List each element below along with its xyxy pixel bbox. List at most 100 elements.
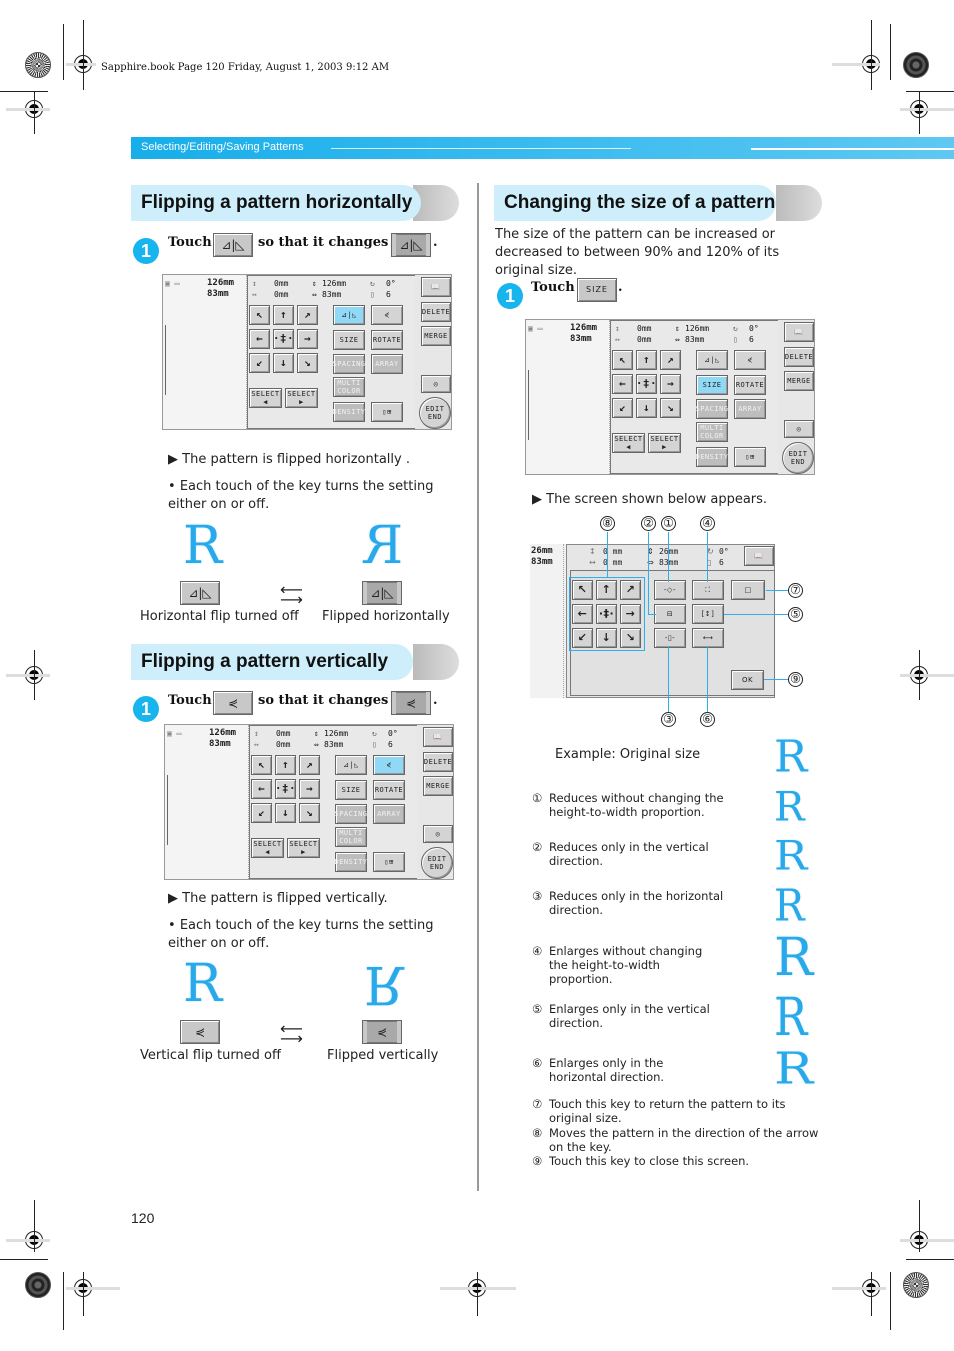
mirror-vertical-button[interactable]: ⋞	[371, 305, 403, 325]
mirror-horizontal-key[interactable]: ⊿|◺	[213, 233, 253, 257]
select-next-button[interactable]: SELECT ▶	[285, 388, 318, 408]
move-up-right-button[interactable]: ↗	[297, 305, 318, 325]
merge-button[interactable]: MERGE	[423, 776, 453, 796]
frame-button[interactable]: ◎	[784, 420, 814, 438]
help-button[interactable]: 📖	[423, 727, 453, 747]
merge-button[interactable]: MERGE	[784, 371, 814, 391]
thread-layout-button[interactable]: ▯⊞	[373, 852, 405, 872]
edit-end-button[interactable]: EDIT END	[782, 442, 814, 474]
rotate-button[interactable]: ROTATE	[734, 375, 766, 395]
select-next-button[interactable]: SELECT ▶	[648, 433, 681, 453]
preview-icons: ▣ ▭	[167, 729, 182, 738]
select-next-button[interactable]: SELECT ▶	[287, 838, 320, 858]
mirror-horizontal-icon: ⊿|◺	[221, 238, 245, 252]
chapter-band: Selecting/Editing/Saving Patterns	[131, 137, 954, 159]
rotate-button[interactable]: ROTATE	[371, 330, 403, 350]
mirror-vertical-key[interactable]: ⋞	[213, 691, 253, 715]
select-prev-button[interactable]: SELECT ◀	[251, 838, 284, 858]
original-size-button[interactable]: □	[731, 580, 765, 600]
move-right-button[interactable]: →	[660, 374, 681, 394]
move-up-left-button[interactable]: ↖	[249, 305, 270, 325]
move-down-button[interactable]: ↓	[275, 803, 296, 823]
delete-button[interactable]: DELETE	[423, 752, 453, 772]
move-left-button[interactable]: ←	[612, 374, 633, 394]
enlarge-proportional-button[interactable]: ⛶	[692, 580, 724, 600]
rotate-button[interactable]: ROTATE	[373, 780, 405, 800]
help-button[interactable]: 📖	[784, 322, 814, 342]
move-center-button[interactable]: ·‡·	[273, 329, 294, 349]
move-down-right-button[interactable]: ↘	[299, 803, 320, 823]
mirror-vertical-button[interactable]: ⋞	[373, 755, 405, 775]
move-down-left-button[interactable]: ↙	[251, 803, 272, 823]
size-button[interactable]: SIZE	[335, 780, 367, 800]
move-left-button[interactable]: ←	[249, 329, 270, 349]
select-prev-button[interactable]: SELECT ◀	[249, 388, 282, 408]
enlarge-horizontal-button[interactable]: ⟷	[692, 628, 724, 648]
frame-button[interactable]: ◎	[421, 375, 451, 393]
multi-color-button[interactable]: MULTI COLOR	[333, 377, 365, 397]
mirror-horizontal-button[interactable]: ⊿|◺	[335, 755, 367, 775]
move-down-right-button[interactable]: ↘	[297, 353, 318, 373]
edit-end-button[interactable]: EDIT END	[419, 397, 451, 429]
move-up-left-button[interactable]: ↖	[251, 755, 272, 775]
move-right-button[interactable]: →	[299, 779, 320, 799]
ok-button[interactable]: OK	[731, 670, 764, 690]
move-up-right-button[interactable]: ↗	[299, 755, 320, 775]
size-key[interactable]: SIZE	[577, 278, 617, 302]
lcd-edit-screen: ▣ ▭ 126mm 83mm ↕ 0mm ↔ 0mm ⇕ 126mm ⇔ 83m…	[162, 274, 452, 430]
density-button[interactable]: DENSITY	[696, 447, 728, 467]
move-down-left-button[interactable]: ↙	[612, 398, 633, 418]
reduce-vertical-button[interactable]: ⊟	[654, 604, 686, 624]
move-center-button[interactable]: ·‡·	[275, 779, 296, 799]
crop-mark	[906, 91, 954, 92]
spacing-button[interactable]: SPACING	[696, 399, 728, 419]
size-button[interactable]: SIZE	[696, 375, 728, 395]
move-down-right-button[interactable]: ↘	[660, 398, 681, 418]
density-button[interactable]: DENSITY	[333, 402, 365, 422]
enlarge-vertical-button[interactable]: [↕]	[692, 604, 724, 624]
move-down-button[interactable]: ↓	[636, 398, 657, 418]
array-button[interactable]: ARRAY	[734, 399, 766, 419]
reduce-horizontal-button[interactable]: -▯-	[654, 628, 686, 648]
crop-mark	[0, 91, 48, 92]
move-left-button[interactable]: ←	[251, 779, 272, 799]
mirror-vertical-button[interactable]: ⋞	[734, 350, 766, 370]
move-up-button[interactable]: ↑	[275, 755, 296, 775]
mirror-horizontal-key-on: ⊿|◺	[362, 581, 402, 605]
mirror-horizontal-button[interactable]: ⊿|◺	[696, 350, 728, 370]
select-prev-button[interactable]: SELECT ◀	[612, 433, 645, 453]
size-width-icon: ⇔	[312, 290, 317, 299]
array-button[interactable]: ARRAY	[373, 804, 405, 824]
multi-color-button[interactable]: MULTI COLOR	[696, 422, 728, 442]
move-down-button[interactable]: ↓	[273, 353, 294, 373]
delete-button[interactable]: DELETE	[784, 347, 814, 367]
spacing-button[interactable]: SPACING	[333, 354, 365, 374]
edit-end-button[interactable]: EDIT END	[421, 847, 453, 879]
help-button[interactable]: 📖	[421, 277, 451, 297]
spacing-button[interactable]: SPACING	[335, 804, 367, 824]
delete-button[interactable]: DELETE	[421, 302, 451, 322]
callout-5: ⑤	[788, 607, 803, 622]
reduce-proportional-button[interactable]: -◇-	[654, 580, 686, 600]
print-rosette-icon	[25, 1272, 51, 1298]
section-header-flip-horizontal: Flipping a pattern horizontally	[131, 185, 459, 221]
section-title: Flipping a pattern horizontally	[141, 192, 413, 213]
help-button[interactable]: 📖	[744, 546, 774, 566]
move-up-button[interactable]: ↑	[636, 350, 657, 370]
move-up-button[interactable]: ↑	[273, 305, 294, 325]
thread-layout-button[interactable]: ▯⊞	[371, 402, 403, 422]
density-button[interactable]: DENSITY	[335, 852, 367, 872]
move-up-left-button[interactable]: ↖	[612, 350, 633, 370]
move-up-right-button[interactable]: ↗	[660, 350, 681, 370]
mirror-horizontal-button[interactable]: ⊿|◺	[333, 305, 365, 325]
move-center-button[interactable]: ·‡·	[636, 374, 657, 394]
move-down-left-button[interactable]: ↙	[249, 353, 270, 373]
move-right-button[interactable]: →	[297, 329, 318, 349]
multi-color-button[interactable]: MULTI COLOR	[335, 827, 367, 847]
size-button[interactable]: SIZE	[333, 330, 365, 350]
crop-mark	[63, 1272, 64, 1330]
frame-button[interactable]: ◎	[423, 825, 453, 843]
array-button[interactable]: ARRAY	[371, 354, 403, 374]
merge-button[interactable]: MERGE	[421, 326, 451, 346]
thread-layout-button[interactable]: ▯⊞	[734, 447, 766, 467]
